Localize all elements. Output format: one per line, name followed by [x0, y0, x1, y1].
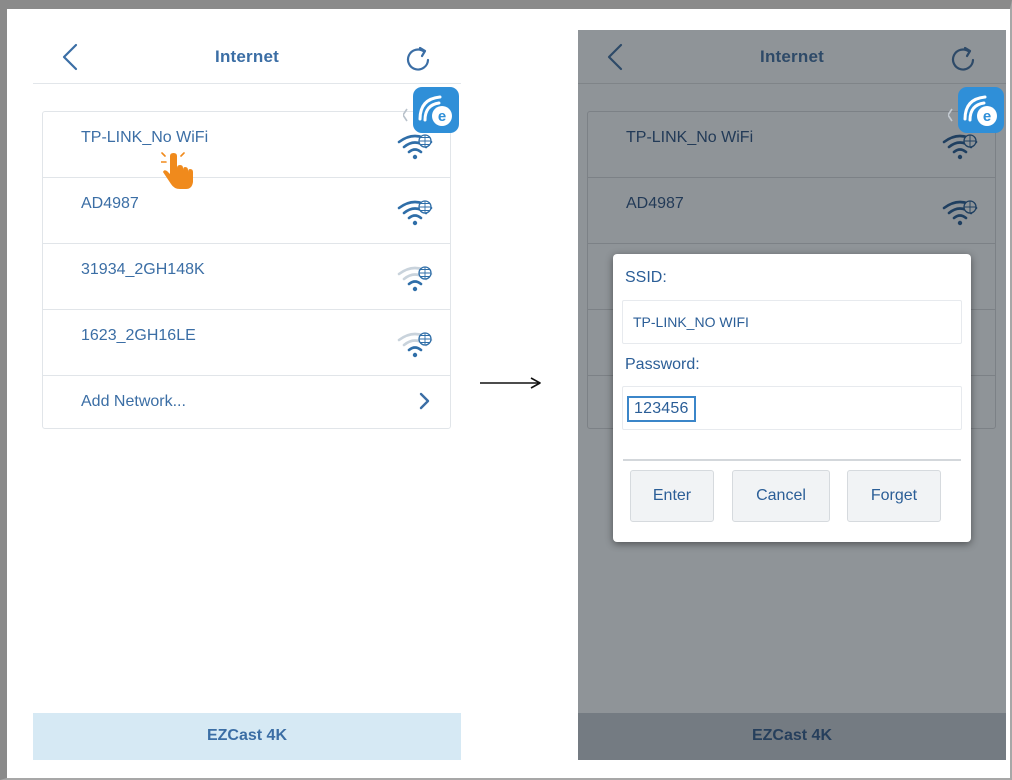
- ssid-label: SSID:: [625, 269, 667, 286]
- wifi-globe-icon: [942, 200, 978, 226]
- network-ssid: AD4987: [626, 195, 684, 212]
- ssid-field[interactable]: TP-LINK_NO WIFI: [622, 300, 962, 344]
- svg-text:e: e: [438, 108, 446, 125]
- forget-button[interactable]: Forget: [847, 470, 941, 522]
- network-row[interactable]: TP-LINK_No WiFi: [43, 112, 450, 178]
- refresh-icon[interactable]: [948, 44, 980, 74]
- device-name: EZCast 4K: [206, 727, 288, 744]
- network-list: TP-LINK_No WiFi AD4987 31934_2GH148K 162…: [42, 111, 451, 429]
- network-row[interactable]: AD4987: [588, 178, 995, 244]
- chevron-right-icon: [419, 392, 430, 410]
- network-ssid: TP-LINK_No WiFi: [626, 129, 754, 146]
- add-network-label: Add Network...: [81, 393, 186, 410]
- dialog-divider: [623, 459, 961, 461]
- page-title: Internet: [215, 47, 279, 66]
- cancel-button[interactable]: Cancel: [732, 470, 830, 522]
- device-bar: EZCast 4K: [578, 713, 1006, 760]
- refresh-icon[interactable]: [403, 44, 435, 74]
- svg-text:e: e: [983, 108, 991, 125]
- page-title: Internet: [760, 47, 824, 66]
- network-ssid: 1623_2GH16LE: [81, 327, 196, 344]
- ezcast-app-icon[interactable]: e: [948, 85, 1006, 143]
- wifi-password-dialog: SSID: TP-LINK_NO WIFI Password: 123456 E…: [613, 254, 971, 542]
- password-field[interactable]: 123456: [622, 386, 962, 430]
- network-ssid: AD4987: [81, 195, 139, 212]
- network-ssid: 31934_2GH148K: [81, 261, 205, 278]
- device-name: EZCast 4K: [751, 727, 833, 744]
- wifi-globe-icon: [397, 200, 433, 226]
- network-row[interactable]: AD4987: [43, 178, 450, 244]
- password-value: 123456: [627, 396, 696, 422]
- hand-pointer-icon: [161, 152, 193, 189]
- device-bar: EZCast 4K: [33, 713, 461, 760]
- arrow-right-icon: [480, 377, 541, 389]
- network-row[interactable]: 1623_2GH16LE: [43, 310, 450, 376]
- network-list-screen: Internet TP-LINK_No WiFi AD4987 31934_2G…: [33, 30, 461, 760]
- enter-button[interactable]: Enter: [630, 470, 714, 522]
- password-dialog-screen: Internet TP-LINK_No WiFi AD4987 e SSID: …: [578, 30, 1006, 760]
- wifi-globe-icon: [397, 266, 433, 292]
- ssid-value: TP-LINK_NO WIFI: [633, 314, 749, 330]
- ezcast-app-icon[interactable]: e: [403, 85, 461, 143]
- network-row[interactable]: TP-LINK_No WiFi: [588, 112, 995, 178]
- wifi-globe-icon: [397, 332, 433, 358]
- password-label: Password:: [625, 356, 700, 373]
- network-row[interactable]: 31934_2GH148K: [43, 244, 450, 310]
- network-ssid: TP-LINK_No WiFi: [81, 129, 209, 146]
- top-bar: Internet: [33, 30, 461, 84]
- add-network-row[interactable]: Add Network...: [43, 376, 450, 428]
- top-bar: Internet: [578, 30, 1006, 84]
